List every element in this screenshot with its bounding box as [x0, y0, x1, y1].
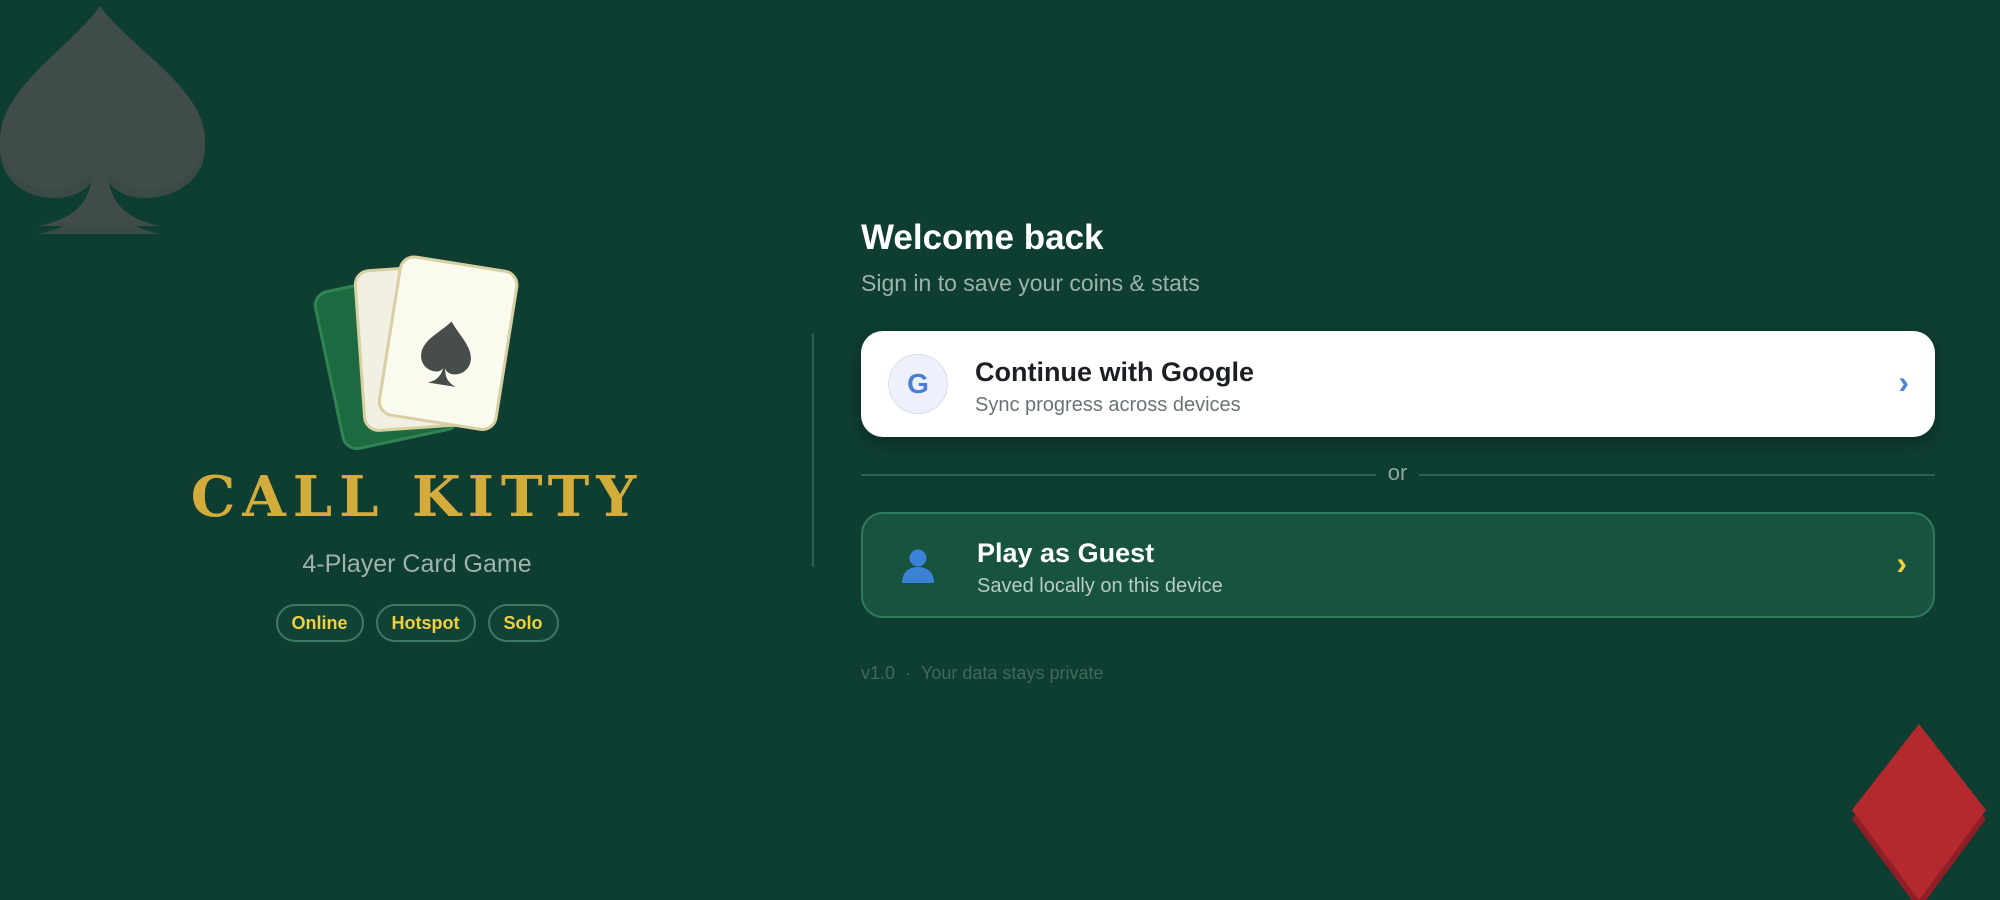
footer-meta: v1.0 · Your data stays private: [861, 663, 1103, 684]
or-separator: or: [861, 460, 1935, 490]
play-as-guest-button[interactable]: Play as Guest Saved locally on this devi…: [861, 512, 1935, 618]
separator-line-right: [1419, 474, 1935, 476]
column-divider: [812, 333, 814, 567]
mode-badge-solo: Solo: [487, 604, 559, 642]
app-title: CALL KITTY: [190, 464, 644, 530]
chevron-right-icon: ›: [1898, 364, 1909, 400]
continue-with-google-button[interactable]: G Continue with Google Sync progress acr…: [861, 331, 1935, 437]
cards-logo-icon: [313, 255, 519, 450]
google-option-title: Continue with Google: [975, 357, 1254, 387]
footer-dot: ·: [905, 663, 912, 683]
google-option-subtitle: Sync progress across devices: [975, 394, 1241, 416]
diamond-decoration-icon: [1852, 724, 1986, 900]
guest-option-title: Play as Guest: [977, 538, 1155, 568]
login-screen: CALL KITTY 4-Player Card Game Online Hot…: [0, 0, 2000, 900]
mode-badge-hotspot: Hotspot: [375, 604, 476, 642]
separator-line-left: [861, 474, 1376, 476]
guest-option-subtitle: Saved locally on this device: [977, 575, 1223, 597]
privacy-note: Your data stays private: [921, 663, 1104, 683]
game-mode-badges: Online Hotspot Solo: [0, 604, 834, 642]
spade-decoration-icon: [0, 6, 205, 234]
mode-badge-online: Online: [275, 604, 364, 642]
google-icon: G: [888, 354, 948, 414]
app-subtitle: 4-Player Card Game: [302, 550, 532, 578]
welcome-subheading: Sign in to save your coins & stats: [861, 270, 1200, 296]
or-label: or: [1387, 460, 1408, 485]
version-label: v1.0: [861, 663, 896, 683]
user-icon: [888, 535, 948, 595]
chevron-right-icon: ›: [1896, 545, 1907, 581]
welcome-heading: Welcome back: [861, 218, 1104, 257]
